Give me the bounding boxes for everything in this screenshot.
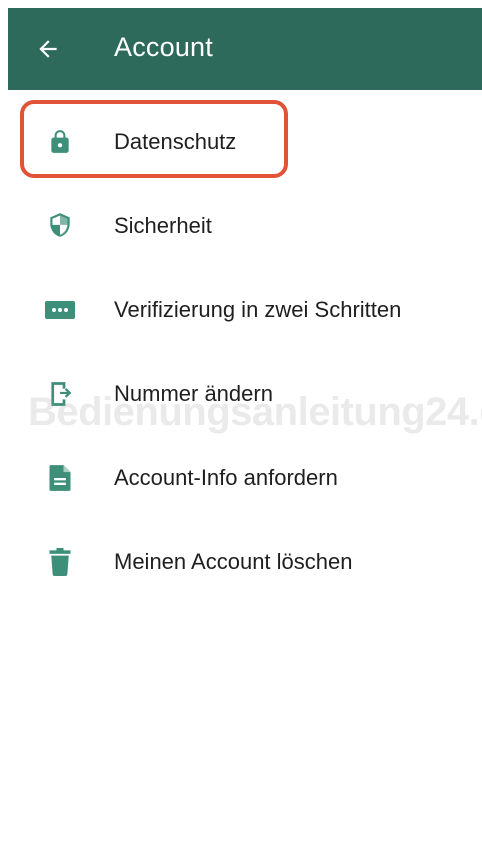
settings-item-label: Datenschutz (114, 129, 237, 154)
settings-item-verifizierung[interactable]: Verifizierung in zwei Schritten (0, 268, 482, 352)
dots-password-icon (44, 294, 76, 326)
settings-item-nummer[interactable]: Nummer ändern (0, 352, 482, 436)
settings-item-sicherheit[interactable]: Sicherheit (0, 184, 482, 268)
trash-icon (44, 546, 76, 578)
lock-icon (44, 126, 76, 158)
phone-change-icon (44, 378, 76, 410)
page-title: Account (114, 32, 213, 62)
back-button[interactable] (34, 35, 62, 63)
settings-item-label: Nummer ändern (114, 381, 273, 406)
settings-list: Datenschutz Sicherheit Verifizierung in … (0, 100, 482, 604)
settings-item-account-info[interactable]: Account-Info anfordern (0, 436, 482, 520)
app-bar: Account (8, 8, 482, 90)
settings-item-label: Meinen Account löschen (114, 549, 353, 574)
settings-item-label: Verifizierung in zwei Schritten (114, 297, 402, 322)
arrow-left-icon (39, 40, 57, 58)
settings-item-datenschutz[interactable]: Datenschutz (0, 100, 482, 184)
settings-item-label: Sicherheit (114, 213, 212, 238)
document-icon (44, 462, 76, 494)
shield-icon (44, 210, 76, 242)
settings-item-account-loeschen[interactable]: Meinen Account löschen (0, 520, 482, 604)
settings-item-label: Account-Info anfordern (114, 465, 338, 490)
